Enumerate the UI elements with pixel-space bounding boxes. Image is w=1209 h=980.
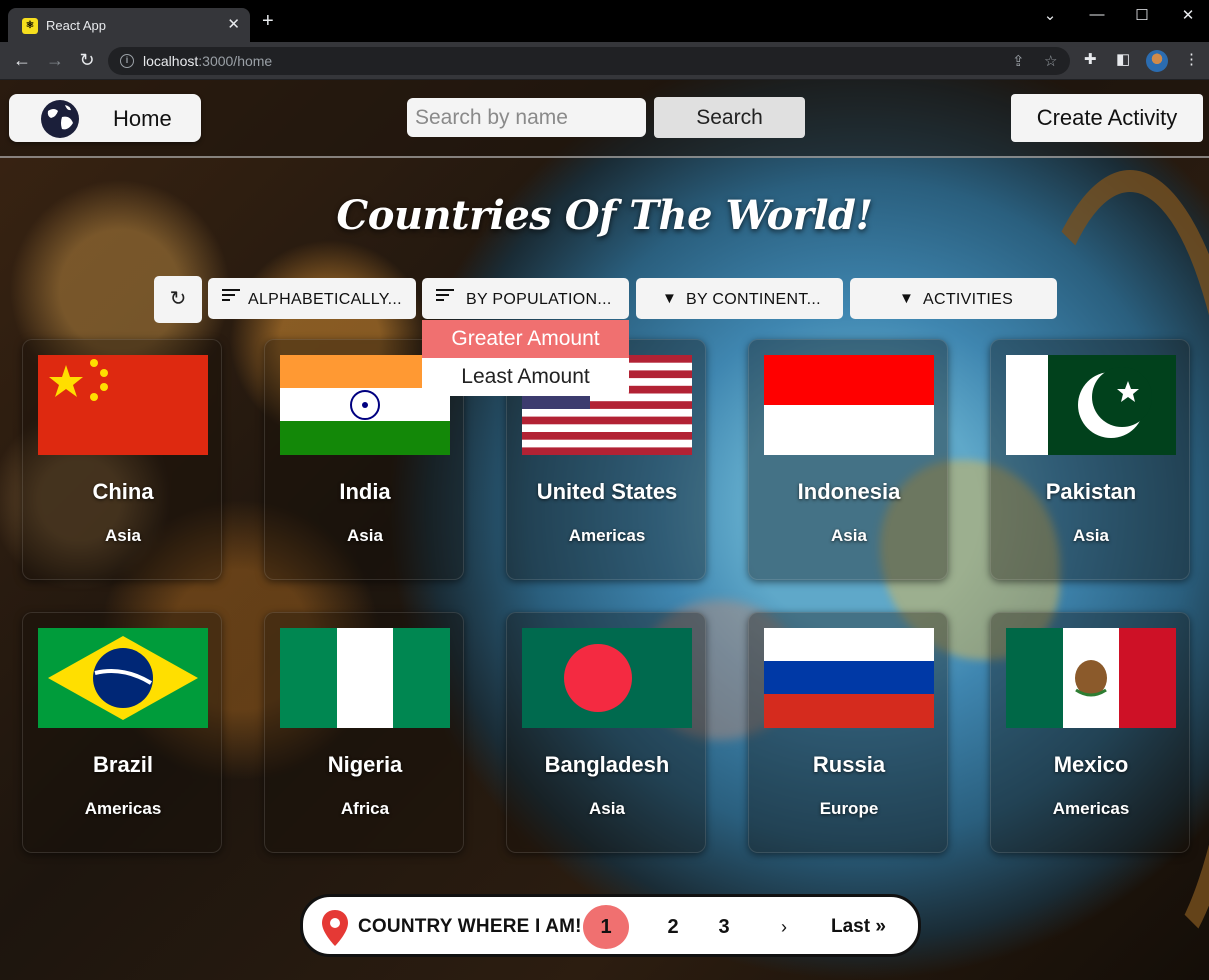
- create-activity-button[interactable]: Create Activity: [1011, 94, 1203, 142]
- sort-by-population-label: BY POPULATION...: [466, 291, 612, 308]
- browser-tab-strip: ⚛ React App ✕ + ⌄ — ☐ ✕: [0, 0, 1209, 42]
- country-name: Indonesia: [797, 479, 901, 504]
- mexico-flag-icon: [1006, 628, 1176, 728]
- sort-icon: [436, 289, 454, 301]
- country-card[interactable]: Nigeria Africa: [264, 612, 464, 853]
- russia-flag-icon: [764, 628, 934, 728]
- location-pin-icon[interactable]: [320, 909, 350, 947]
- globe-icon: [41, 100, 79, 138]
- country-continent: Asia: [105, 526, 141, 545]
- country-card[interactable]: Bangladesh Asia: [506, 612, 706, 853]
- funnel-icon: ▼: [662, 290, 677, 307]
- filter-activities-label: ACTIVITIES: [923, 291, 1014, 308]
- share-icon[interactable]: ⇪: [1012, 52, 1025, 70]
- country-name: India: [339, 479, 391, 504]
- profile-avatar[interactable]: [1146, 50, 1168, 72]
- back-icon[interactable]: ←: [11, 51, 33, 69]
- page-title: Countries Of The World!: [336, 192, 873, 239]
- country-name: Bangladesh: [544, 752, 670, 777]
- refresh-button[interactable]: ↻: [154, 276, 202, 323]
- country-name: United States: [536, 479, 678, 504]
- filter-by-continent-label: BY CONTINENT...: [686, 291, 821, 308]
- sort-alphabetically-label: ALPHABETICALLY...: [248, 291, 402, 308]
- country-name: Brazil: [93, 752, 153, 777]
- site-info-icon[interactable]: i: [120, 54, 134, 68]
- country-continent: Asia: [347, 526, 383, 545]
- country-card[interactable]: Pakistan Asia: [990, 339, 1190, 580]
- sort-by-population-button[interactable]: BY POPULATION...: [422, 278, 629, 319]
- country-name: Pakistan: [1045, 479, 1137, 504]
- nigeria-flag-icon: [280, 628, 450, 728]
- next-page-button[interactable]: ›: [773, 905, 795, 949]
- close-tab-icon[interactable]: ✕: [227, 15, 240, 33]
- bangladesh-flag-icon: [522, 628, 692, 728]
- search-button[interactable]: Search: [654, 97, 805, 138]
- country-continent: Americas: [84, 799, 162, 818]
- url-field[interactable]: i localhost:3000/home ⇪ ☆: [108, 47, 1070, 75]
- country-continent: Asia: [831, 526, 867, 545]
- country-card[interactable]: Brazil Americas: [22, 612, 222, 853]
- country-name: Russia: [812, 752, 886, 777]
- menu-kebab-icon[interactable]: ⋮: [1184, 50, 1199, 68]
- page-button-2[interactable]: 2: [650, 905, 696, 949]
- search-input[interactable]: [407, 98, 646, 137]
- country-continent: Americas: [568, 526, 646, 545]
- china-flag-icon: [38, 355, 208, 455]
- population-dropdown: Greater Amount Least Amount: [422, 320, 629, 396]
- country-continent: Asia: [1073, 526, 1109, 545]
- sort-icon: [222, 289, 240, 301]
- maximize-icon[interactable]: ☐: [1127, 6, 1157, 24]
- new-tab-icon[interactable]: +: [262, 11, 274, 31]
- tab-title: React App: [46, 18, 106, 33]
- filter-by-continent-button[interactable]: ▼ BY CONTINENT...: [636, 278, 843, 319]
- forward-icon[interactable]: →: [44, 51, 66, 69]
- country-card[interactable]: Indonesia Asia: [748, 339, 948, 580]
- country-card[interactable]: Russia Europe: [748, 612, 948, 853]
- react-favicon-icon: ⚛: [22, 18, 38, 34]
- country-continent: Europe: [819, 799, 879, 818]
- country-continent: Asia: [589, 799, 625, 818]
- app-page: Home Search Create Activity Countries Of…: [0, 80, 1209, 980]
- page-button-3[interactable]: 3: [701, 905, 747, 949]
- country-continent: Africa: [340, 799, 390, 818]
- browser-tab[interactable]: ⚛ React App ✕: [8, 8, 250, 42]
- sort-alphabetically-button[interactable]: ALPHABETICALLY...: [208, 278, 416, 319]
- country-name: China: [92, 479, 154, 504]
- refresh-icon: ↻: [169, 288, 187, 310]
- page-button-1[interactable]: 1: [583, 905, 629, 949]
- country-name: Mexico: [1053, 752, 1129, 777]
- filter-bar: ↻ ALPHABETICALLY... BY POPULATION... ▼ B…: [0, 276, 1209, 324]
- home-button[interactable]: Home: [9, 94, 201, 142]
- extensions-icon[interactable]: ✚: [1084, 50, 1097, 68]
- url-text: localhost:3000/home: [143, 53, 273, 69]
- country-name: Nigeria: [327, 752, 403, 777]
- bookmark-star-icon[interactable]: ☆: [1044, 52, 1057, 70]
- last-page-button[interactable]: Last »: [831, 905, 886, 949]
- navbar: Home Search Create Activity: [0, 80, 1209, 158]
- tab-search-icon[interactable]: ⌄: [1035, 6, 1065, 24]
- country-card[interactable]: Mexico Americas: [990, 612, 1190, 853]
- funnel-icon: ▼: [899, 290, 914, 307]
- country-card[interactable]: China Asia: [22, 339, 222, 580]
- home-label: Home: [113, 106, 172, 131]
- country-continent: Americas: [1052, 799, 1130, 818]
- brazil-flag-icon: [38, 628, 208, 728]
- dropdown-option-greater[interactable]: Greater Amount: [422, 320, 629, 358]
- pagination-bar: COUNTRY WHERE I AM! 1 2 3 › Last »: [300, 894, 921, 957]
- pakistan-flag-icon: [1006, 355, 1176, 455]
- reload-icon[interactable]: ↻: [76, 51, 98, 69]
- close-window-icon[interactable]: ✕: [1173, 6, 1203, 24]
- indonesia-flag-icon: [764, 355, 934, 455]
- filter-activities-button[interactable]: ▼ ACTIVITIES: [850, 278, 1057, 319]
- side-panel-icon[interactable]: ◧: [1116, 50, 1130, 68]
- minimize-icon[interactable]: —: [1082, 6, 1112, 23]
- dropdown-option-least[interactable]: Least Amount: [422, 358, 629, 396]
- address-bar: ← → ↻ i localhost:3000/home ⇪ ☆ ✚ ◧ ⋮: [0, 42, 1209, 80]
- country-where-i-am-button[interactable]: COUNTRY WHERE I AM!: [358, 916, 582, 938]
